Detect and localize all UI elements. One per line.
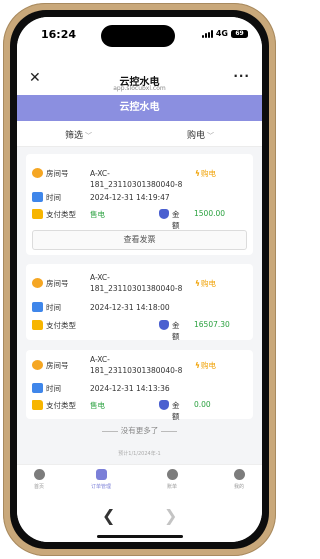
- bill-icon: [166, 469, 178, 480]
- forward-arrow-icon[interactable]: ❯: [164, 506, 177, 525]
- folder-icon: [32, 320, 43, 330]
- time-value: 2024-12-31 14:13:36: [90, 384, 170, 393]
- purchase-tag: ϟ购电: [195, 278, 216, 289]
- time-label: 时间: [46, 303, 61, 312]
- profile-icon: [233, 469, 245, 480]
- page-url: app.slocubxl.com: [113, 85, 166, 92]
- divider: [101, 430, 118, 432]
- battery-icon: 69: [231, 29, 248, 38]
- dynamic-island: [101, 25, 175, 47]
- room-icon: [32, 360, 43, 370]
- nav-bar: ✕ 云控水电 app.slocubxl.com ···: [17, 53, 262, 95]
- view-invoice-button[interactable]: 查看发票: [32, 230, 247, 250]
- amount-label: 金额: [172, 321, 180, 341]
- tab-label: 我的: [233, 484, 244, 490]
- amount-label: 金额: [172, 401, 180, 421]
- purchase-type-dropdown[interactable]: 购电 ﹀: [187, 128, 214, 141]
- room-label: 房间号: [46, 169, 69, 178]
- divider: [161, 430, 178, 432]
- record-card[interactable]: 房间号 A-XC-181_23110301380040-8 ϟ购电 时间 202…: [26, 350, 253, 421]
- tab-home[interactable]: 首页: [19, 469, 59, 490]
- more-button[interactable]: ···: [233, 69, 250, 83]
- chevron-down-icon: ﹀: [85, 132, 93, 140]
- purchase-tag-label: 购电: [200, 361, 216, 370]
- record-hint: 预计1/1/2024年-1: [118, 451, 161, 457]
- purchase-tag: ϟ购电: [195, 168, 216, 179]
- lightning-icon: ϟ: [195, 279, 200, 288]
- home-icon: [33, 469, 45, 480]
- chevron-down-icon: ﹀: [207, 132, 215, 140]
- pay-type-label: 支付类型: [46, 321, 76, 330]
- folder-icon: [32, 209, 43, 219]
- status-indicators: 4G 69: [201, 29, 248, 38]
- purchase-tag-label: 购电: [200, 279, 216, 288]
- time-label: 时间: [46, 384, 61, 393]
- tab-label: 首页: [33, 484, 44, 490]
- tab-orders[interactable]: 订单管理: [81, 469, 121, 490]
- record-card[interactable]: 房间号 A-XC-181_23110301380040-8 ϟ购电 时间 202…: [26, 264, 253, 341]
- tab-bar: 首页 订单管理 账单 我的: [17, 464, 262, 494]
- time-value: 2024-12-31 14:18:00: [90, 303, 170, 312]
- back-arrow-icon[interactable]: ❮: [102, 506, 115, 525]
- status-bar: 16:24 4G 69: [17, 17, 262, 53]
- lightning-icon: ϟ: [195, 361, 200, 370]
- lightning-icon: ϟ: [195, 169, 200, 178]
- pay-type-value: 售电: [90, 210, 105, 219]
- filter-dropdown[interactable]: 筛选 ﹀: [65, 128, 92, 141]
- tab-label: 订单管理: [90, 484, 111, 490]
- time-value: 2024-12-31 14:19:47: [90, 193, 170, 202]
- amount-label: 金额: [172, 210, 180, 230]
- screen: 16:24 4G 69 ✕ 云控水电 app.slocubxl.com ··· …: [17, 17, 262, 542]
- room-value: A-XC-181_23110301380040-8: [90, 273, 183, 293]
- tab-label: 账单: [166, 484, 177, 490]
- status-time: 16:24: [41, 28, 77, 41]
- money-bag-icon: [159, 320, 169, 330]
- network-label: 4G: [215, 29, 228, 38]
- room-label: 房间号: [46, 279, 69, 288]
- folder-icon: [32, 400, 43, 410]
- room-label: 房间号: [46, 361, 69, 370]
- money-bag-icon: [159, 400, 169, 410]
- browser-nav: ❮ ❯: [17, 494, 262, 542]
- pay-type-label: 支付类型: [46, 401, 76, 410]
- filter-bar: 筛选 ﹀ 购电 ﹀: [17, 121, 262, 147]
- calendar-icon: [32, 192, 43, 202]
- orders-icon: [95, 469, 107, 480]
- room-icon: [32, 278, 43, 288]
- amount-value: 16507.30: [194, 320, 230, 329]
- amount-value: 1500.00: [194, 209, 226, 218]
- calendar-icon: [32, 302, 43, 312]
- room-value: A-XC-181_23110301380040-8: [90, 355, 183, 375]
- signal-icon: [201, 29, 213, 38]
- pay-type-value: 售电: [90, 401, 105, 410]
- no-more-indicator: 没有更多了: [17, 425, 262, 436]
- no-more-label: 没有更多了: [120, 426, 159, 435]
- tab-profile[interactable]: 我的: [219, 469, 259, 490]
- filter-label: 筛选: [65, 131, 84, 141]
- calendar-icon: [32, 383, 43, 393]
- room-icon: [32, 168, 43, 178]
- purchase-type-label: 购电: [187, 131, 206, 141]
- header-banner: 云控水电: [17, 95, 262, 121]
- home-indicator[interactable]: [97, 535, 183, 538]
- time-label: 时间: [46, 193, 61, 202]
- money-bag-icon: [159, 209, 169, 219]
- tab-bills[interactable]: 账单: [152, 469, 192, 490]
- record-card[interactable]: 房间号 A-XC-181_23110301380040-8 ϟ购电 时间 202…: [26, 154, 253, 255]
- purchase-tag: ϟ购电: [195, 360, 216, 371]
- purchase-tag-label: 购电: [200, 169, 216, 178]
- amount-value: 0.00: [194, 400, 211, 409]
- pay-type-label: 支付类型: [46, 210, 76, 219]
- room-value: A-XC-181_23110301380040-8: [90, 169, 183, 189]
